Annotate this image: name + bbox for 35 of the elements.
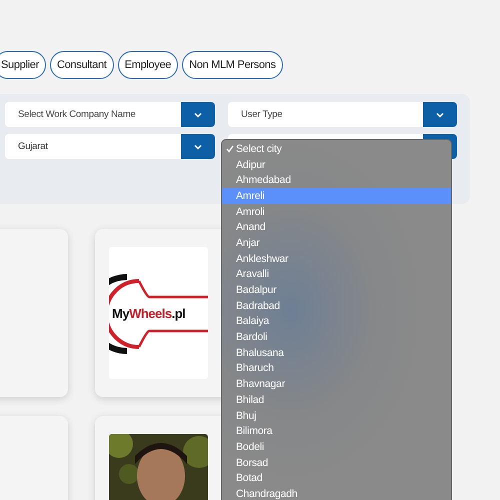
city-option[interactable]: Select city <box>222 141 451 157</box>
logo-wordmark: MyWheels.pl <box>112 306 186 320</box>
city-option[interactable]: Ahmedabad <box>222 172 451 188</box>
select-field[interactable]: Gujarat <box>5 134 215 159</box>
role-filter-button[interactable]: Employee <box>118 51 178 79</box>
city-option[interactable]: Anand <box>222 219 451 236</box>
city-option[interactable]: Botad <box>222 470 451 486</box>
city-option[interactable]: Balaiya <box>222 314 451 330</box>
wheel-logo-icon <box>109 273 208 355</box>
role-filter-button[interactable]: Supplier <box>0 51 46 79</box>
city-option[interactable]: Amreli <box>222 188 451 204</box>
role-filter-button[interactable]: Non MLM Persons <box>182 51 283 79</box>
city-option[interactable]: Bardoli <box>222 329 451 345</box>
city-option[interactable]: Bhalusana <box>222 344 451 361</box>
city-option[interactable]: Ankleshwar <box>222 250 451 266</box>
select-field[interactable]: User Type <box>228 102 457 127</box>
role-filter-button[interactable]: Consultant <box>50 51 114 79</box>
city-option[interactable]: Borsad <box>222 454 451 470</box>
city-option[interactable]: Amroli <box>222 204 451 220</box>
city-option[interactable]: Aravalli <box>222 266 451 282</box>
city-option[interactable]: Anjar <box>222 235 451 251</box>
city-option[interactable]: Bilimora <box>222 423 451 440</box>
select-field[interactable]: Select Work Company Name <box>5 102 215 127</box>
city-option[interactable]: Badrabad <box>222 298 451 314</box>
city-option[interactable]: Bhuj <box>222 408 451 424</box>
city-option[interactable]: Chandragadh <box>222 486 451 500</box>
chevron-down-icon <box>436 112 444 118</box>
city-option[interactable]: Adipur <box>222 156 451 172</box>
city-option[interactable]: Bhavnagar <box>222 376 451 392</box>
city-option[interactable]: Bodeli <box>222 439 451 455</box>
city-option[interactable]: Bharuch <box>222 360 451 376</box>
city-option[interactable]: Bhilad <box>222 392 451 408</box>
chevron-down-icon <box>194 112 202 118</box>
city-option[interactable]: Badalpur <box>222 282 451 298</box>
chevron-down-icon <box>194 144 202 150</box>
